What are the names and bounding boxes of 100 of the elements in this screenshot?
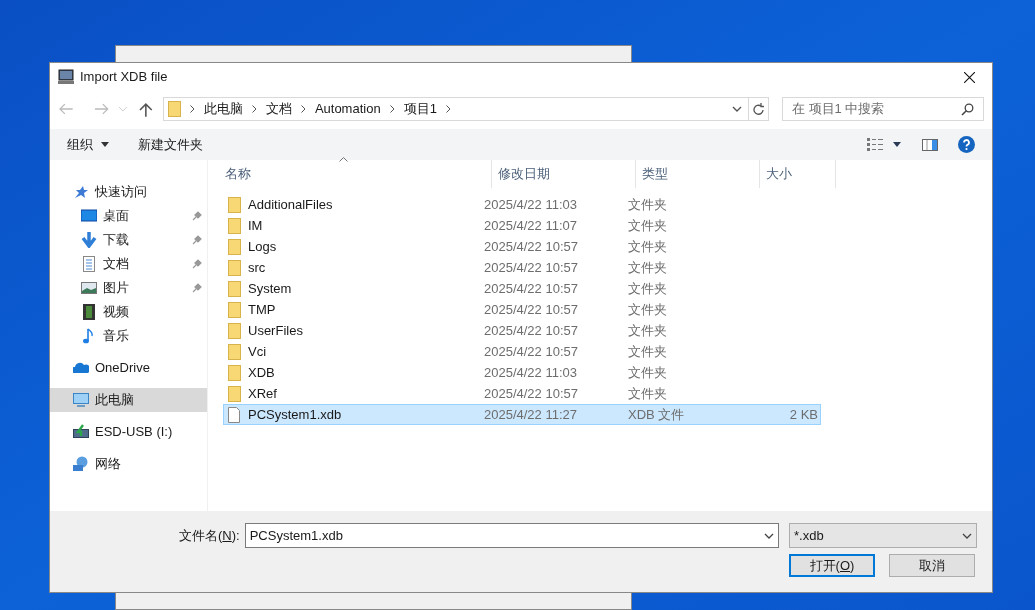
file-name: IM [248,216,264,235]
column-header[interactable]: 修改日期 [492,160,636,188]
file-icon [228,406,240,423]
breadcrumb-link[interactable]: 项目1 [403,99,437,119]
sidebar-item[interactable]: OneDrive [50,356,207,380]
file-name: TMP [248,300,277,319]
sidebar-item[interactable]: 图片 [50,276,207,300]
sidebar-item[interactable]: 文档 [50,252,207,276]
chevron-right-icon [189,105,195,113]
sidebar-item[interactable]: 网络 [50,452,207,476]
file-type: 文件夹 [628,321,668,340]
file-type: 文件夹 [628,195,668,214]
help-icon[interactable] [958,136,975,153]
filename-field[interactable]: PCSystem1.xdb [244,523,779,548]
dialog-button[interactable]: 取消 [889,554,975,577]
organize-menu-button[interactable]: 组织 [67,134,109,155]
folder-icon [228,217,241,234]
modified-date: 2025/4/22 11:03 [484,363,578,382]
file-row[interactable]: System 2025/4/22 10:57 文件夹 [223,278,821,299]
caret-down-icon[interactable] [893,142,901,147]
chevron-down-icon[interactable] [732,106,742,112]
star-icon [73,184,89,200]
sidebar-item[interactable]: 视频 [50,300,207,324]
folder-icon [228,322,241,339]
caret-down-icon [101,142,109,147]
document-icon [81,256,97,272]
modified-date: 2025/4/22 10:57 [484,237,579,256]
modified-date: 2025/4/22 10:57 [484,300,579,319]
modified-date: 2025/4/22 10:57 [484,342,579,361]
file-type: 文件夹 [628,363,668,382]
file-name: System [248,279,293,298]
computer-icon [58,69,74,85]
modified-date: 2025/4/22 10:57 [484,384,579,403]
sidebar-item[interactable]: ESD-USB (I:) [50,420,207,444]
chevron-right-icon [300,105,306,113]
chevron-right-icon [251,105,257,113]
file-type: 文件夹 [628,384,668,403]
file-size: 2 KB [788,405,818,424]
monitor-icon [81,208,97,224]
folder-icon [228,259,241,276]
column-header[interactable]: 类型 [636,160,760,188]
breadcrumb-link[interactable]: Automation [314,99,381,119]
column-header[interactable]: 名称 [219,160,492,188]
refresh-icon [752,102,765,116]
folder-icon [228,301,241,318]
file-row[interactable]: src 2025/4/22 10:57 文件夹 [223,257,821,278]
monitor-icon [73,392,89,408]
folder-icon [167,101,181,117]
file-name: XRef [248,384,278,403]
search-field[interactable]: 在 项目1 中搜索 [782,97,984,121]
modified-date: 2025/4/22 11:27 [484,405,578,424]
file-type-dropdown[interactable]: *.xdb [789,523,977,548]
file-row[interactable]: Logs 2025/4/22 10:57 文件夹 [223,236,821,257]
dialog-button[interactable]: 打开(O) [789,554,875,577]
modified-date: 2025/4/22 11:03 [484,195,578,214]
sidebar-item[interactable]: 下载 [50,228,207,252]
preview-pane-icon[interactable] [922,138,938,151]
file-row[interactable]: PCSystem1.xdb 2025/4/22 11:27 XDB 文件 2 KB [223,404,821,425]
file-row[interactable]: UserFiles 2025/4/22 10:57 文件夹 [223,320,821,341]
file-row[interactable]: TMP 2025/4/22 10:57 文件夹 [223,299,821,320]
file-row[interactable]: IM 2025/4/22 11:07 文件夹 [223,215,821,236]
folder-icon [228,196,241,213]
picture-icon [81,280,97,296]
sidebar-item[interactable]: 此电脑 [50,388,207,412]
file-name: Logs [248,237,278,256]
file-name: PCSystem1.xdb [248,405,343,424]
down-arrow-icon [81,232,97,248]
drive-icon [73,424,89,440]
folder-icon [228,280,241,297]
sidebar-item[interactable]: 快速访问 [50,180,207,204]
column-header[interactable]: 大小 [760,160,836,188]
file-name: src [248,258,267,277]
file-type: 文件夹 [628,342,668,361]
file-name: Vci [248,342,268,361]
address-bar[interactable]: 此电脑 文档 Automation 项目1 [162,97,769,121]
modified-date: 2025/4/22 10:57 [484,279,579,298]
file-type: 文件夹 [628,237,668,256]
file-type: XDB 文件 [628,405,686,424]
chevron-down-icon [962,532,972,539]
file-row[interactable]: XDB 2025/4/22 11:03 文件夹 [223,362,821,383]
chevron-down-icon[interactable] [763,532,774,539]
close-icon [963,71,975,83]
new-folder-button[interactable]: 新建文件夹 [138,134,203,155]
modified-date: 2025/4/22 10:57 [484,258,579,277]
sidebar-item[interactable]: 桌面 [50,204,207,228]
view-list-icon[interactable] [867,138,884,151]
folder-icon [228,343,241,360]
file-row[interactable]: Vci 2025/4/22 10:57 文件夹 [223,341,821,362]
breadcrumb-link[interactable]: 此电脑 [203,99,243,119]
file-row[interactable]: AdditionalFiles 2025/4/22 11:03 文件夹 [223,194,821,215]
filename-label: 文件名(N): [179,526,240,545]
sidebar-item[interactable]: 音乐 [50,324,207,348]
file-row[interactable]: XRef 2025/4/22 10:57 文件夹 [223,383,821,404]
up-arrow-icon[interactable] [139,101,153,117]
file-name: AdditionalFiles [248,195,334,214]
breadcrumb-link[interactable]: 文档 [265,99,292,119]
film-icon [81,304,97,320]
filename-input[interactable]: PCSystem1.xdb [249,525,764,546]
search-input[interactable]: 在 项目1 中搜索 [792,99,961,119]
modified-date: 2025/4/22 11:07 [484,216,578,235]
